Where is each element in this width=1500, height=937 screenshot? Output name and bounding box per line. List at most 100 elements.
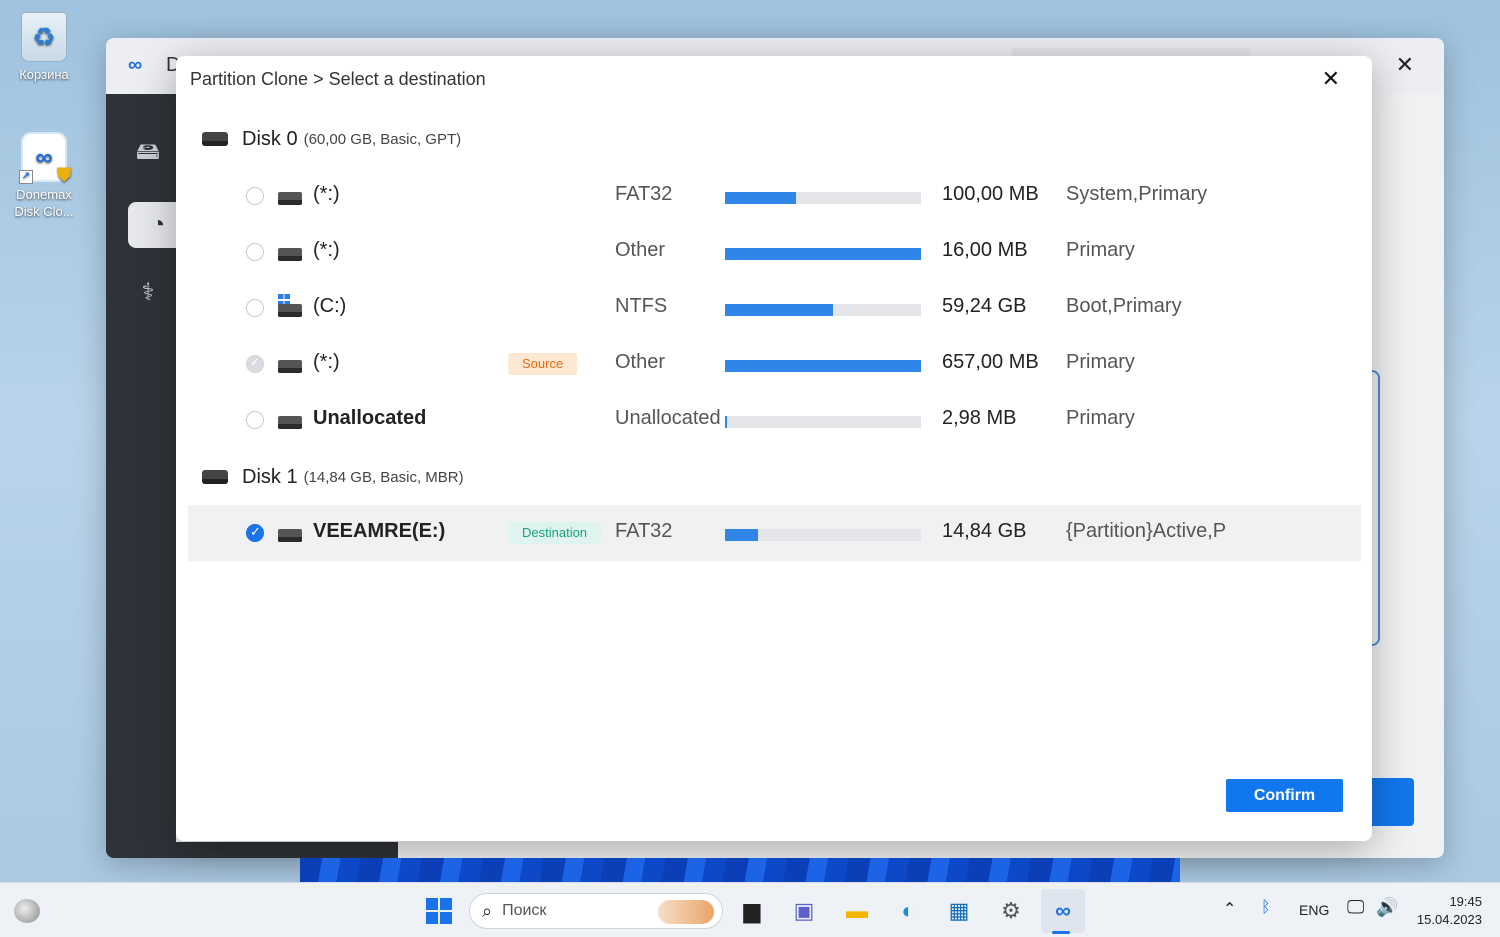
- donemax-logo-icon: ∞: [1055, 898, 1071, 923]
- search-icon: ⌕: [482, 900, 493, 921]
- windows-start-icon: [426, 898, 452, 924]
- network-button[interactable]: 🖵: [1347, 897, 1364, 918]
- usage-fill: [725, 248, 921, 260]
- partition-radio[interactable]: [246, 187, 264, 205]
- usage-fill: [725, 529, 759, 541]
- search-placeholder: Поиск: [502, 902, 547, 919]
- partition-radio[interactable]: [246, 243, 264, 261]
- partition-radio[interactable]: [246, 524, 264, 542]
- partition-radio: [246, 355, 264, 373]
- partition-usage-bar: [725, 192, 921, 204]
- desktop-icon-label: Корзина: [19, 67, 69, 82]
- app-bottom-bar: [106, 842, 398, 858]
- partition-row[interactable]: Unallocated Unallocated 2,98 MB Primary: [188, 392, 1361, 448]
- partition-name: (*:): [313, 239, 340, 261]
- settings-button[interactable]: ⚙: [994, 894, 1028, 928]
- tray-overflow-button[interactable]: ⌃: [1223, 899, 1236, 919]
- network-icon: 🖵: [1347, 897, 1365, 917]
- partition-radio[interactable]: [246, 299, 264, 317]
- shield-icon: ⛊: [57, 165, 72, 185]
- start-button[interactable]: [422, 894, 456, 928]
- desktop-icon-recycle-bin[interactable]: ♻ Корзина: [2, 12, 86, 83]
- partition-filesystem: Other: [615, 239, 666, 261]
- store-icon: ▦: [948, 898, 970, 923]
- partition-clone-dialog: Partition Clone > Select a destination ✕…: [176, 56, 1372, 841]
- taskbar-search[interactable]: ⌕ Поиск: [469, 893, 723, 929]
- disk-name: Disk 0: [242, 127, 298, 150]
- disk-info: (14,84 GB, Basic, MBR): [303, 468, 464, 486]
- volume-button[interactable]: 🔊: [1376, 897, 1398, 918]
- clock-time: 19:45: [1449, 894, 1482, 909]
- windows-drive-icon: [278, 304, 302, 317]
- partition-usage-bar: [725, 416, 921, 428]
- disk-info: (60,00 GB, Basic, GPT): [303, 130, 462, 148]
- desktop-icon-donemax[interactable]: ∞ ↗ ⛊ Donemax Disk Clo...: [2, 132, 86, 220]
- app-sidebar: 🖴 ◔ ⚕: [106, 94, 188, 858]
- partition-filesystem: FAT32: [615, 520, 673, 542]
- usage-fill: [725, 304, 833, 316]
- task-view-button[interactable]: ▆: [735, 894, 769, 928]
- usage-fill: [725, 360, 921, 372]
- taskbar-clock[interactable]: 19:45 15.04.2023: [1417, 893, 1482, 929]
- partition-size: 59,24 GB: [942, 295, 1027, 317]
- stethoscope-icon: ⚕: [141, 278, 155, 306]
- drive-icon: [278, 416, 302, 429]
- taskbar: ⌕ Поиск ▆ ▣ ▬ ◐ ▦ ⚙ ∞ ⌃ ᛒ ENG 🖵 🔊 19:45 …: [0, 882, 1500, 937]
- partition-size: 16,00 MB: [942, 239, 1028, 261]
- speaker-icon: 🔊: [1376, 897, 1399, 917]
- task-view-icon: ▆: [743, 898, 761, 923]
- search-highlight-icon: [658, 900, 714, 924]
- bluetooth-button[interactable]: ᛒ: [1261, 899, 1271, 917]
- file-explorer-button[interactable]: ▬: [840, 894, 874, 928]
- partition-usage-bar: [725, 529, 921, 541]
- partition-row[interactable]: (*:) FAT32 100,00 MB System,Primary: [188, 168, 1361, 224]
- drive-icon: [278, 248, 302, 261]
- partition-name: Unallocated: [313, 407, 427, 429]
- partition-row[interactable]: (*:) Other 16,00 MB Primary: [188, 224, 1361, 280]
- usage-fill: [725, 416, 727, 428]
- dialog-title: Partition Clone > Select a destination: [190, 69, 486, 89]
- partition-row[interactable]: (C:) NTFS 59,24 GB Boot,Primary: [188, 280, 1361, 336]
- partition-radio[interactable]: [246, 411, 264, 429]
- gear-icon: ⚙: [1001, 898, 1021, 923]
- dialog-close-button[interactable]: ✕: [1322, 66, 1340, 92]
- partition-type: Boot,Primary: [1066, 295, 1182, 317]
- store-button[interactable]: ▦: [942, 894, 976, 928]
- partition-name: (C:): [313, 295, 347, 317]
- recycle-bin-icon: ♻: [21, 12, 67, 62]
- edge-button[interactable]: ◐: [891, 894, 925, 928]
- partition-usage-bar: [725, 360, 921, 372]
- usage-fill: [725, 192, 796, 204]
- dialog-header: Partition Clone > Select a destination ✕: [176, 56, 1372, 102]
- chevron-up-icon: ⌃: [1223, 901, 1237, 918]
- chat-icon: ▣: [793, 898, 815, 923]
- disk-header-0: Disk 0 (60,00 GB, Basic, GPT): [202, 124, 461, 154]
- partition-filesystem: Unallocated: [615, 407, 721, 429]
- drive-icon: [278, 360, 302, 373]
- weather-icon[interactable]: [14, 899, 40, 923]
- language-indicator[interactable]: ENG: [1299, 902, 1329, 918]
- wallpaper-bloom: [300, 858, 1180, 884]
- partition-filesystem: NTFS: [615, 295, 668, 317]
- partition-type: Primary: [1066, 239, 1135, 261]
- partition-name: (*:): [313, 183, 340, 205]
- disk-name: Disk 1: [242, 465, 298, 488]
- shortcut-arrow-icon: ↗: [19, 170, 33, 184]
- partition-name: (*:): [313, 351, 340, 373]
- app-close-button[interactable]: ✕: [1396, 52, 1414, 78]
- partition-type: {Partition}Active,P: [1066, 520, 1227, 542]
- folder-icon: ▬: [846, 898, 868, 923]
- confirm-button[interactable]: Confirm: [1226, 779, 1343, 812]
- partition-type: Primary: [1066, 407, 1135, 429]
- pie-chart-icon: ◔: [150, 211, 166, 238]
- disk-icon: [202, 132, 228, 146]
- partition-size: 657,00 MB: [942, 351, 1039, 373]
- chat-button[interactable]: ▣: [787, 894, 821, 928]
- clock-date: 15.04.2023: [1416, 912, 1482, 927]
- sidebar-item-disk[interactable]: 🖴: [128, 134, 168, 174]
- donemax-taskbar-button[interactable]: ∞: [1041, 889, 1085, 933]
- partition-row[interactable]: VEEAMRE(E:) Destination FAT32 14,84 GB {…: [188, 505, 1361, 561]
- sidebar-item-health[interactable]: ⚕: [128, 272, 168, 312]
- partition-filesystem: FAT32: [615, 183, 673, 205]
- active-app-indicator: [1052, 931, 1070, 934]
